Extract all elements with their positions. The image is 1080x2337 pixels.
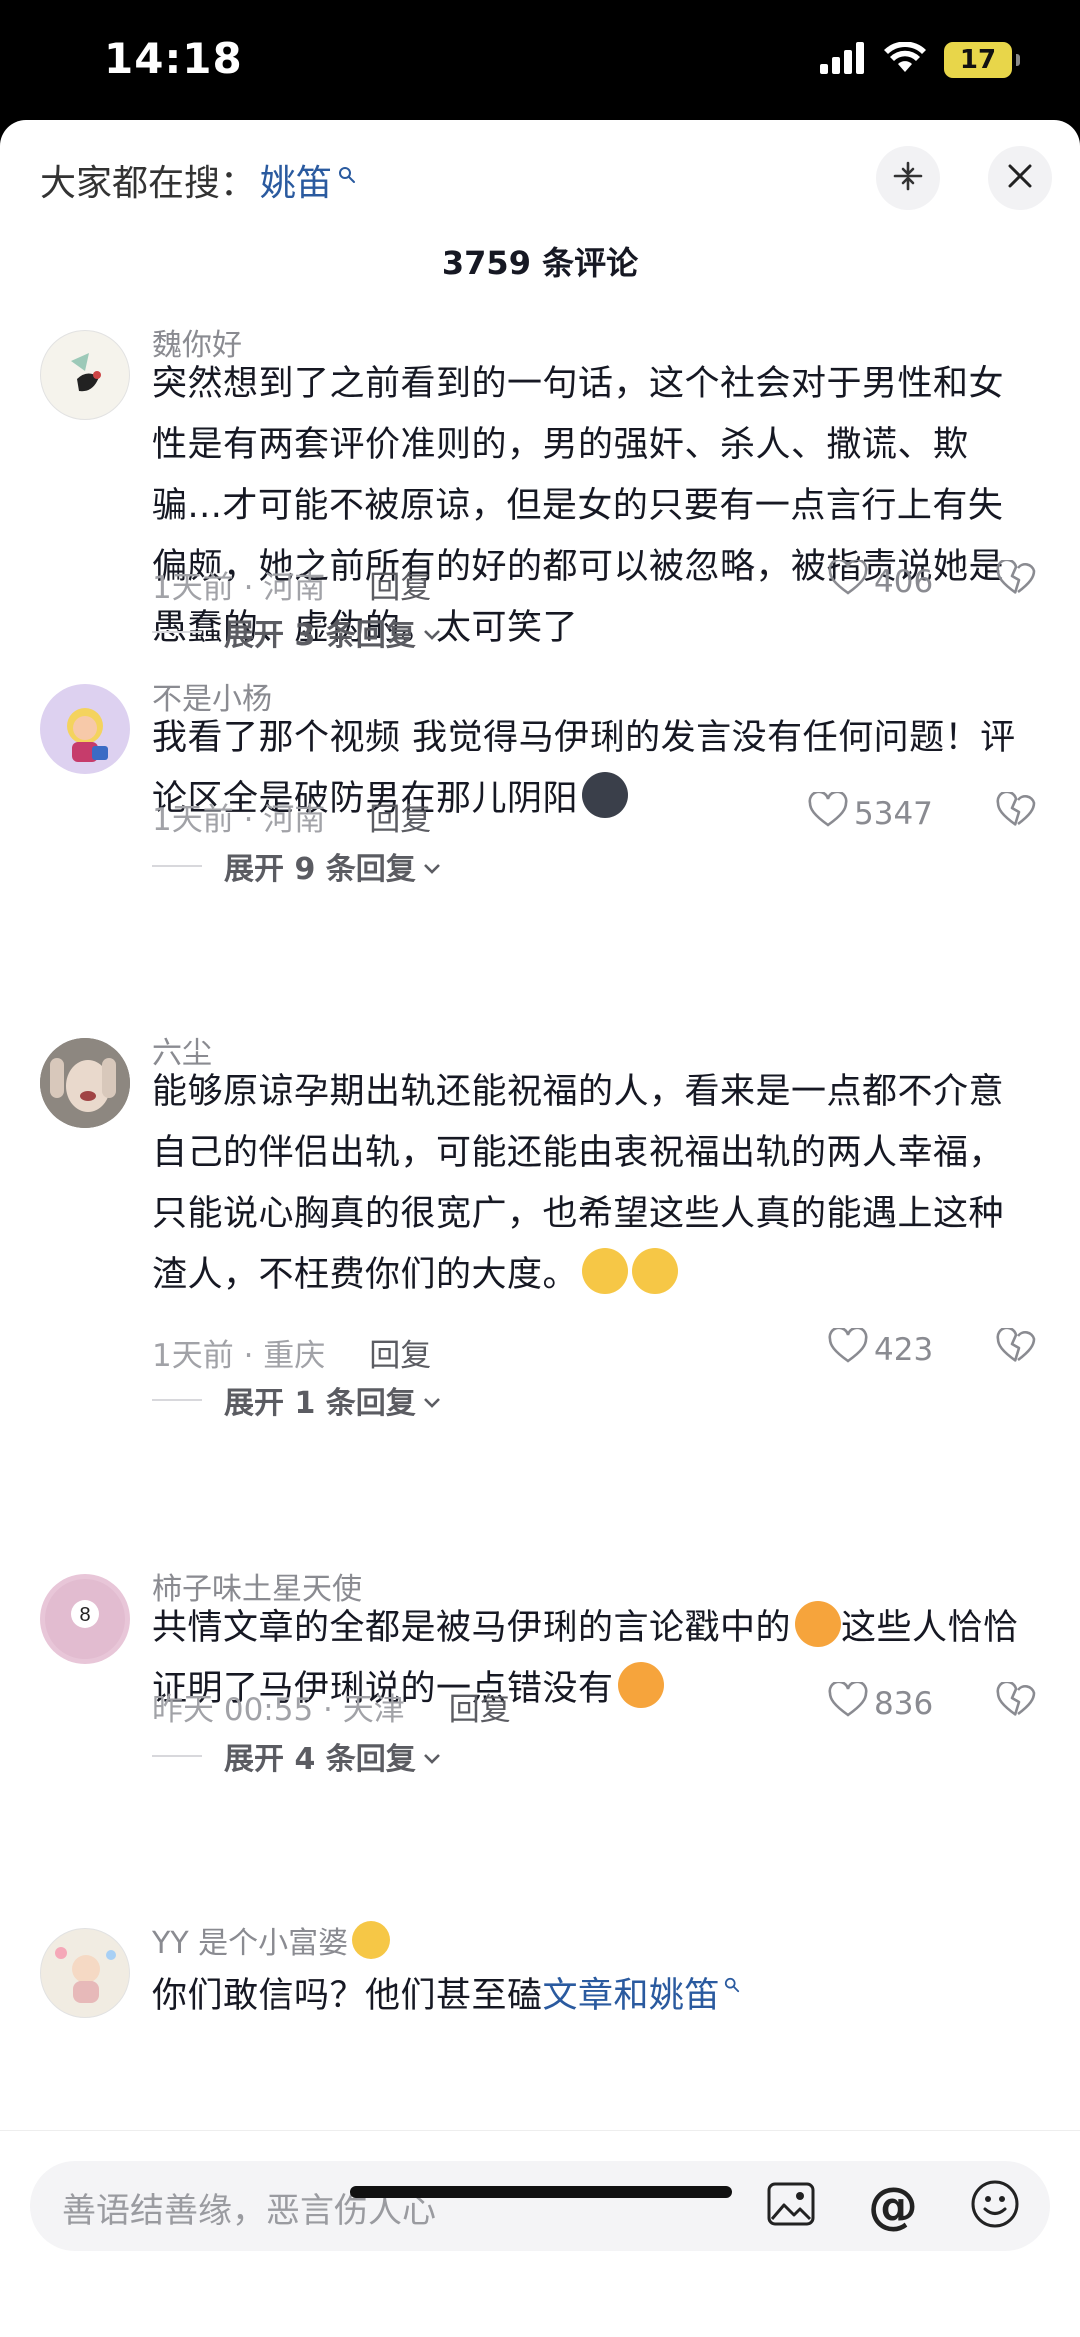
wifi-icon: [884, 41, 926, 78]
like-count: 836: [874, 1686, 934, 1722]
status-bar: 14:18 17: [0, 0, 1080, 120]
reply-button[interactable]: 回复: [449, 1684, 511, 1729]
comment-meta: 昨天 00:55 · 天津 回复: [152, 1684, 511, 1729]
home-indicator[interactable]: [350, 2186, 732, 2198]
broken-heart-icon: [996, 1326, 1036, 1368]
image-button[interactable]: [762, 2177, 820, 2235]
search-icon: [338, 152, 356, 193]
battery-level: 17: [959, 45, 997, 75]
reply-button[interactable]: 回复: [369, 562, 431, 607]
signal-icon: [820, 42, 866, 78]
like-count: 423: [874, 1332, 934, 1368]
expand-replies-button[interactable]: 展开 1 条回复: [152, 1378, 442, 1422]
reply-button[interactable]: 回复: [369, 794, 431, 839]
dislike-button[interactable]: [996, 1680, 1036, 1722]
avatar[interactable]: [40, 1038, 130, 1128]
hug-emoji-icon: [795, 1601, 842, 1647]
search-keyword-link[interactable]: 姚笛: [260, 154, 332, 206]
hug-emoji-icon: [617, 1662, 664, 1708]
like-count: 406: [874, 564, 934, 600]
comment-time-location: 1天前 · 河南: [152, 570, 326, 606]
status-icons: 17: [820, 40, 1020, 80]
status-time: 14:18: [104, 34, 243, 83]
at-sign-icon: @: [868, 2177, 918, 2235]
comment-time-location: 1天前 · 重庆: [152, 1338, 326, 1374]
search-icon: [724, 1952, 740, 2013]
comment-time-location: 1天前 · 河南: [152, 802, 326, 838]
like-button[interactable]: 406: [828, 558, 934, 604]
image-icon: [766, 2181, 816, 2231]
battery-cap: [1016, 54, 1020, 66]
heart-icon: [828, 1326, 868, 1372]
avatar[interactable]: [40, 1928, 130, 2018]
emoji-button[interactable]: [966, 2177, 1024, 2235]
comment-text-body: 你们敢信吗？他们甚至磕: [152, 1976, 543, 2016]
expand-label: 展开 1 条回复: [224, 1386, 416, 1421]
expand-replies-button[interactable]: 展开 4 条回复: [152, 1734, 442, 1778]
heart-icon: [828, 558, 868, 604]
expand-label: 展开 4 条回复: [224, 1742, 416, 1777]
collapse-button[interactable]: [876, 146, 940, 210]
comment-meta: 1天前 · 河南 回复: [152, 562, 431, 607]
chevron-down-icon: [422, 849, 442, 884]
chevron-down-icon: [422, 1739, 442, 1774]
collapse-icon: [891, 159, 925, 197]
comment-text: 能够原谅孕期出轨还能祝福的人，看来是一点都不介意自己的伴侣出轨，可能还能由衷祝福…: [152, 1062, 1032, 1306]
avatar[interactable]: 8: [40, 1574, 130, 1664]
expand-label: 展开 3 条回复: [224, 618, 416, 653]
search-prefix: 大家都在搜：: [40, 163, 257, 204]
comment-list[interactable]: 魏你好 突然想到了之前看到的一句话，这个社会对于男性和女性是有两套评价准则的，男…: [0, 310, 1080, 2240]
svg-text:8: 8: [79, 1604, 90, 1626]
divider: [152, 1399, 202, 1401]
comment-sheet: 大家都在搜： 姚笛 3759 条评论 魏你好 突然想到了之前看到的一句话，这个社…: [0, 120, 1080, 2337]
battery-indicator: 17: [944, 42, 1020, 78]
close-button[interactable]: [988, 146, 1052, 210]
heart-icon: [808, 790, 848, 836]
broken-heart-icon: [996, 790, 1036, 832]
comment-meta: 1天前 · 重庆 回复: [152, 1330, 431, 1375]
reply-button[interactable]: 回复: [369, 1330, 431, 1375]
divider: [152, 631, 202, 633]
like-count: 5347: [854, 796, 933, 832]
comment-text-body: 共情文章的全都是被马伊琍的言论戳中的: [152, 1608, 792, 1648]
search-suggestion[interactable]: 大家都在搜： 姚笛: [40, 154, 356, 206]
mention-button[interactable]: @: [864, 2177, 922, 2235]
search-link[interactable]: 文章和姚笛: [543, 1976, 721, 2016]
fox-emoji-icon: [582, 772, 629, 818]
avatar[interactable]: [40, 684, 130, 774]
laughing-emoji-icon: [632, 1248, 679, 1294]
comment-input[interactable]: 善语结善缘，恶言伤人心 @: [30, 2161, 1050, 2251]
like-button[interactable]: 836: [828, 1680, 934, 1726]
avatar[interactable]: [40, 330, 130, 420]
like-button[interactable]: 423: [828, 1326, 934, 1372]
comment-text: 你们敢信吗？他们甚至磕文章和姚笛: [152, 1952, 1032, 2027]
broken-heart-icon: [996, 1680, 1036, 1722]
comment-input-bar: 善语结善缘，恶言伤人心 @: [0, 2130, 1080, 2337]
chevron-down-icon: [422, 1383, 442, 1418]
comment-text-body: 能够原谅孕期出轨还能祝福的人，看来是一点都不介意自己的伴侣出轨，可能还能由衷祝福…: [152, 1072, 1005, 1295]
chevron-down-icon: [422, 615, 442, 650]
comment-meta: 1天前 · 河南 回复: [152, 794, 431, 839]
dislike-button[interactable]: [996, 558, 1036, 600]
emoji-icon: [969, 2178, 1021, 2234]
dislike-button[interactable]: [996, 790, 1036, 832]
expand-replies-button[interactable]: 展开 3 条回复: [152, 610, 442, 654]
comment-time-location: 昨天 00:55 · 天津: [152, 1692, 405, 1728]
expand-replies-button[interactable]: 展开 9 条回复: [152, 844, 442, 888]
like-button[interactable]: 5347: [808, 790, 933, 836]
comment-count: 3759 条评论: [441, 244, 639, 282]
divider: [152, 1755, 202, 1757]
divider: [152, 865, 202, 867]
broken-heart-icon: [996, 558, 1036, 600]
expand-label: 展开 9 条回复: [224, 852, 416, 887]
laughing-emoji-icon: [582, 1248, 629, 1294]
dislike-button[interactable]: [996, 1326, 1036, 1368]
close-icon: [1005, 161, 1035, 195]
heart-icon: [828, 1680, 868, 1726]
